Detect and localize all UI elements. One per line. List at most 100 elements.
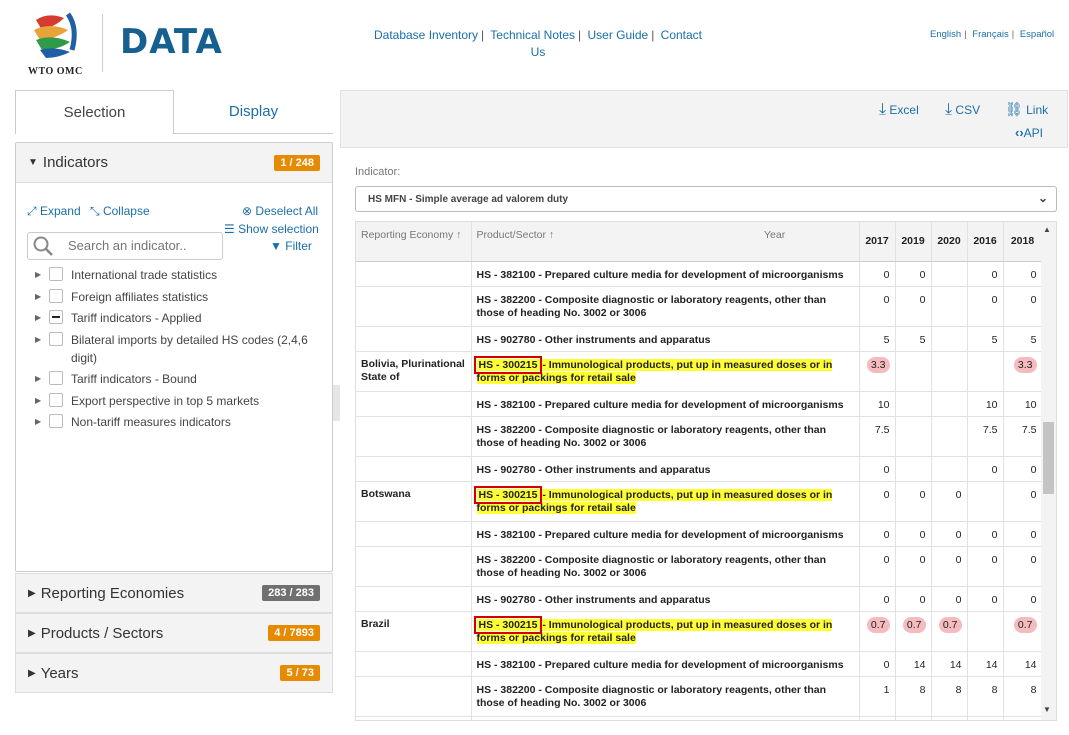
economy-cell bbox=[356, 326, 472, 352]
panel-resize-handle[interactable] bbox=[333, 385, 340, 421]
value: 0 bbox=[883, 528, 890, 541]
value: 7.5 bbox=[874, 423, 890, 436]
lang-espanol[interactable]: Español bbox=[1020, 29, 1054, 40]
tree-checkbox[interactable] bbox=[49, 332, 63, 346]
accordion-count-badge: 5 / 73 bbox=[280, 665, 320, 681]
lang-francais[interactable]: Français bbox=[972, 29, 1008, 40]
value: 8 bbox=[955, 683, 962, 696]
accordion-products-sectors[interactable]: ▶ Products / Sectors 4 / 7893 bbox=[15, 613, 333, 653]
value-cell: 0 bbox=[967, 286, 1004, 327]
value-cell: 14 bbox=[967, 651, 1004, 677]
scroll-down-icon[interactable]: ▼ bbox=[1043, 705, 1051, 714]
tab-selection[interactable]: Selection bbox=[15, 90, 174, 134]
hs-code-highlight: HS - 300215 bbox=[473, 355, 543, 374]
caret-right-icon[interactable]: ▶ bbox=[35, 288, 41, 306]
table-row: Brazil HS - 300215 - Immunological produc… bbox=[356, 611, 1043, 652]
table-row: HS - 382100 - Prepared culture media for… bbox=[356, 261, 1043, 287]
table-row: HS - 382100 - Prepared culture media for… bbox=[356, 521, 1043, 547]
header-year[interactable]: Year bbox=[759, 222, 860, 262]
value: 0 bbox=[1030, 293, 1037, 306]
value: 0 bbox=[1030, 553, 1037, 566]
caret-right-icon[interactable]: ▶ bbox=[35, 309, 41, 327]
tree-checkbox[interactable] bbox=[49, 267, 63, 281]
tree-checkbox[interactable] bbox=[49, 414, 63, 428]
value-cell bbox=[895, 391, 932, 417]
tree-item-label: Tariff indicators - Bound bbox=[71, 372, 197, 386]
value-cell bbox=[931, 261, 968, 287]
accordion-years[interactable]: ▶ Years 5 / 73 bbox=[15, 653, 333, 693]
product-cell: HS - 382100 - Prepared culture media for… bbox=[471, 521, 860, 547]
api-label: API bbox=[1023, 126, 1044, 140]
indicator-select[interactable]: HS MFN - Simple average ad valorem duty … bbox=[355, 186, 1057, 212]
value-cell bbox=[931, 326, 968, 352]
value-cell: 0 bbox=[1003, 481, 1043, 522]
accordion-label: Reporting Economies bbox=[40, 584, 185, 602]
caret-right-icon[interactable]: ▶ bbox=[35, 413, 41, 431]
accordion-label: Products / Sectors bbox=[40, 624, 164, 642]
value-cell bbox=[895, 416, 932, 457]
nav-user-guide[interactable]: User Guide bbox=[587, 28, 648, 42]
value-cell: 5 bbox=[859, 326, 896, 352]
scroll-up-icon[interactable]: ▲ bbox=[1043, 225, 1051, 234]
indicators-title: Indicators bbox=[42, 154, 108, 171]
value: 10 bbox=[877, 398, 890, 411]
accordion-label: Years bbox=[40, 664, 79, 682]
indicator-search[interactable] bbox=[27, 232, 223, 260]
show-selection-button[interactable]: ☰ Show selection bbox=[224, 222, 319, 236]
header-year-2018[interactable]: 2018 bbox=[1003, 222, 1043, 262]
value: 0 bbox=[991, 528, 998, 541]
caret-right-icon[interactable]: ▶ bbox=[35, 266, 41, 284]
tree-checkbox[interactable] bbox=[49, 289, 63, 303]
expand-button[interactable]: ⤢ Expand bbox=[27, 204, 81, 219]
lang-english[interactable]: English bbox=[930, 29, 961, 40]
link-button[interactable]: ⛓ Link bbox=[1005, 101, 1048, 118]
header-year-2017[interactable]: 2017 bbox=[859, 222, 896, 262]
tree-item-label: International trade statistics bbox=[71, 268, 218, 282]
value-cell: 0 bbox=[967, 456, 1004, 482]
value: 14 bbox=[985, 658, 998, 671]
scrollbar-thumb[interactable] bbox=[1043, 422, 1054, 494]
data-brand-title[interactable]: DATA bbox=[120, 22, 223, 62]
collapse-button[interactable]: ⤡ Collapse bbox=[90, 204, 150, 219]
tree-checkbox[interactable] bbox=[49, 310, 63, 324]
economy-cell bbox=[356, 676, 472, 717]
nav-database-inventory[interactable]: Database Inventory bbox=[374, 28, 478, 42]
search-input[interactable] bbox=[68, 238, 218, 253]
accordion-reporting-economies[interactable]: ▶ Reporting Economies 283 / 283 bbox=[15, 573, 333, 613]
value: 0 bbox=[919, 528, 926, 541]
excel-download-button[interactable]: ⤓ Excel bbox=[879, 101, 919, 119]
results-table-container[interactable]: Reporting Economy ↑ Product/Sector ↑ Yea… bbox=[355, 221, 1057, 721]
value-cell: 5 bbox=[967, 326, 1004, 352]
value-cell bbox=[931, 351, 968, 392]
header-product-sector[interactable]: Product/Sector ↑ bbox=[471, 222, 759, 262]
value-cell: 0 bbox=[859, 546, 896, 587]
header-year-2020[interactable]: 2020 bbox=[931, 222, 968, 262]
header-year-2019[interactable]: 2019 bbox=[895, 222, 932, 262]
caret-right-icon[interactable]: ▶ bbox=[35, 331, 41, 349]
csv-download-button[interactable]: ⤓ CSV bbox=[945, 101, 980, 119]
caret-right-icon[interactable]: ▶ bbox=[35, 370, 41, 388]
api-button[interactable]: ‹›API bbox=[1015, 125, 1043, 140]
value-cell: 0.7 bbox=[931, 611, 968, 652]
value: 10 bbox=[1024, 398, 1037, 411]
value: 0 bbox=[955, 528, 962, 541]
value: 0 bbox=[1030, 528, 1037, 541]
filter-button[interactable]: ▼ Filter bbox=[270, 239, 312, 253]
value-cell: 0 bbox=[859, 481, 896, 522]
value-cell bbox=[931, 456, 968, 482]
header-year-2016[interactable]: 2016 bbox=[967, 222, 1004, 262]
caret-right-icon[interactable]: ▶ bbox=[35, 392, 41, 410]
value: 0.7 bbox=[938, 616, 962, 633]
indicators-accordion-header[interactable]: ▼ Indicators 1 / 248 bbox=[16, 143, 332, 183]
tree-checkbox[interactable] bbox=[49, 393, 63, 407]
deselect-all-button[interactable]: ⊗ Deselect All bbox=[242, 204, 318, 218]
tab-display[interactable]: Display bbox=[174, 90, 333, 134]
value-cell: 8 bbox=[895, 676, 932, 717]
nav-technical-notes[interactable]: Technical Notes bbox=[490, 28, 575, 42]
value: 8 bbox=[919, 683, 926, 696]
table-row: Botswana HS - 300215 - Immunological prod… bbox=[356, 481, 1043, 522]
header-reporting-economy[interactable]: Reporting Economy ↑ bbox=[356, 222, 472, 262]
tree-checkbox[interactable] bbox=[49, 371, 63, 385]
economy-cell bbox=[356, 416, 472, 457]
value: 5 bbox=[919, 333, 926, 346]
